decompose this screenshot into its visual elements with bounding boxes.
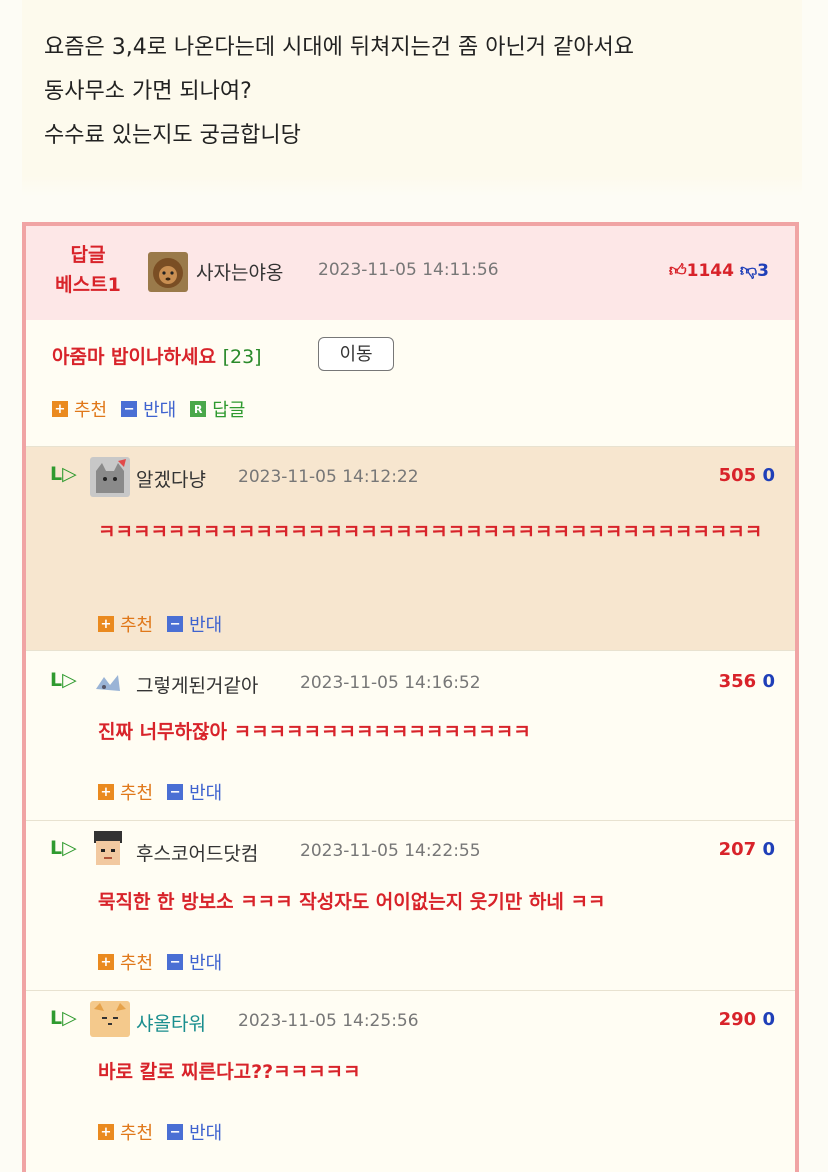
best-comment-header: 답글 베스트1 사자는야옹 2023-11-05 14:11:56 👍︎1144… [26,226,795,320]
best-comment-title: 아줌마 밥이나하세요 [52,346,216,368]
oppose-button[interactable]: − 반대 [167,949,222,975]
post-line: 요즘은 3,4로 나온다는데 시대에 뒤쳐지는건 좀 아닌거 같아서요 [44,35,634,60]
best-reply-badge: 답글 베스트1 [52,240,124,300]
reply-arrow-icon: L▷ [50,1007,77,1029]
recommend-button[interactable]: + 추천 [98,611,153,637]
down-count: 3 [757,261,769,281]
recommend-button[interactable]: + 추천 [98,1119,153,1145]
vote-counts: 505 0 [719,465,775,486]
vote-counts: 👍︎1144 👎︎3 [669,260,769,281]
reply-arrow-icon: L▷ [50,669,77,691]
oppose-label: 반대 [143,400,177,421]
up-count: 207 [718,839,757,860]
up-count: 1144 [686,261,734,281]
reply-content: 묵직한 한 방보소 ㅋㅋㅋ 작성자도 어이없는지 웃기만 하네 ㅋㅋ [98,891,606,913]
reply-count: [23] [222,346,262,368]
recommend-button[interactable]: + 추천 [52,396,107,422]
recommend-button[interactable]: + 추천 [98,779,153,805]
up-count: 505 [718,465,757,486]
reply-content: ㅋㅋㅋㅋㅋㅋㅋㅋㅋㅋㅋㅋㅋㅋㅋㅋㅋㅋㅋㅋㅋㅋㅋㅋㅋㅋㅋㅋㅋㅋㅋㅋㅋㅋㅋㅋㅋㅋ [98,521,763,543]
reply-arrow-icon: L▷ [50,837,77,859]
plus-icon: + [98,616,114,632]
down-count: 0 [762,1009,775,1030]
vote-counts: 356 0 [719,671,775,692]
plus-icon: + [98,1124,114,1140]
nickname[interactable]: 사자는야옹 [196,258,283,285]
minus-icon: − [121,401,138,417]
comment-date: 2023-11-05 14:12:22 [238,467,419,487]
avatar[interactable] [92,667,124,699]
comment-date: 2023-11-05 14:25:56 [238,1011,419,1031]
best-tag-line: 답글 [70,244,106,266]
avatar[interactable] [90,457,130,497]
vote-counts: 207 0 [719,839,775,860]
reply-label: 답글 [212,400,246,421]
post-line: 수수료 있는지도 궁금합니당 [44,123,301,148]
up-count: 290 [718,1009,757,1030]
recommend-label: 추천 [74,400,108,421]
avatar[interactable] [90,1001,130,1037]
comment-date: 2023-11-05 14:22:55 [300,841,481,861]
nickname[interactable]: 후스코어드닷컴 [136,839,258,866]
reply-actions: + 추천 − 반대 [98,949,222,975]
oppose-label: 반대 [189,1123,223,1144]
reply-item: L▷ 샤올타워 2023-11-05 14:25:56 290 0 바로 칼로 … [26,990,795,1172]
comment-section: 답글 베스트1 사자는야옹 2023-11-05 14:11:56 👍︎1144… [22,222,799,1172]
plus-icon: + [98,784,114,800]
post-fade [22,176,802,196]
oppose-label: 반대 [189,615,223,636]
reply-button[interactable]: R 답글 [190,396,245,422]
plus-icon: + [98,954,114,970]
reply-actions: + 추천 − 반대 [98,611,222,637]
oppose-label: 반대 [189,783,223,804]
up-count: 356 [718,671,757,692]
nickname[interactable]: 샤올타워 [136,1009,206,1036]
oppose-button[interactable]: − 반대 [167,611,222,637]
comment-date: 2023-11-05 14:11:56 [318,260,499,280]
recommend-label: 추천 [120,615,154,636]
recommend-label: 추천 [120,953,154,974]
best-actions: + 추천 − 반대 R 답글 [52,396,245,422]
recommend-label: 추천 [120,783,154,804]
oppose-button[interactable]: − 반대 [167,1119,222,1145]
reply-actions: + 추천 − 반대 [98,779,222,805]
best-comment-body: 아줌마 밥이나하세요 [23] 이동 + 추천 − 반대 R 답글 [26,320,795,446]
thumbs-up-icon: 👍︎ [668,261,687,281]
recommend-button[interactable]: + 추천 [98,949,153,975]
plus-icon: + [52,401,68,417]
reply-content: 진짜 너무하잖아 ㅋㅋㅋㅋㅋㅋㅋㅋㅋㅋㅋㅋㅋㅋㅋㅋㅋ [98,721,531,743]
post-body: 요즘은 3,4로 나온다는데 시대에 뒤쳐지는건 좀 아닌거 같아서요 동사무소… [22,0,802,188]
oppose-button[interactable]: − 반대 [121,396,176,422]
down-count: 0 [762,671,775,692]
oppose-label: 반대 [189,953,223,974]
best-comment-text: 아줌마 밥이나하세요 [23] [52,342,262,369]
comment-date: 2023-11-05 14:16:52 [300,673,481,693]
minus-icon: − [167,784,184,800]
down-count: 0 [762,839,775,860]
post-line: 동사무소 가면 되나여? [44,79,252,104]
recommend-label: 추천 [120,1123,154,1144]
reply-icon: R [190,401,207,417]
avatar[interactable] [90,829,126,869]
reply-content: 바로 칼로 찌른다고??ㅋㅋㅋㅋㅋ [98,1061,361,1083]
nickname[interactable]: 그렇게된거같아 [136,671,258,698]
thumbs-down-icon: 👎︎ [739,261,758,281]
best-tag-line: 베스트1 [55,274,121,296]
vote-counts: 290 0 [719,1009,775,1030]
nickname[interactable]: 알겠다냥 [136,465,206,492]
reply-item: L▷ 알겠다냥 2023-11-05 14:12:22 505 0 ㅋㅋㅋㅋㅋㅋ… [26,446,795,651]
minus-icon: − [167,616,184,632]
oppose-button[interactable]: − 반대 [167,779,222,805]
reply-item: L▷ 그렇게된거같아 2023-11-05 14:16:52 356 0 진짜 … [26,650,795,821]
avatar[interactable] [148,252,188,292]
reply-arrow-icon: L▷ [50,463,77,485]
minus-icon: − [167,1124,184,1140]
minus-icon: − [167,954,184,970]
reply-item: L▷ 후스코어드닷컴 2023-11-05 14:22:55 207 0 묵직한… [26,820,795,991]
down-count: 0 [762,465,775,486]
move-button[interactable]: 이동 [318,337,394,371]
reply-actions: + 추천 − 반대 [98,1119,222,1145]
